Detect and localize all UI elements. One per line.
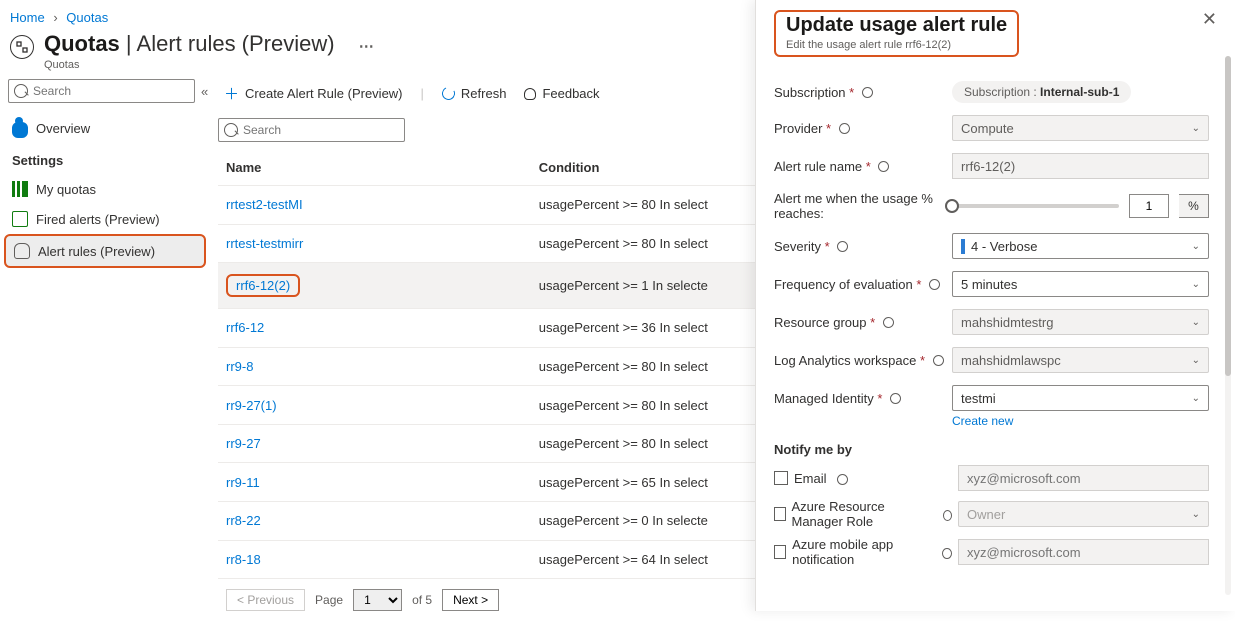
refresh-icon [440,85,457,102]
label-alert-me: Alert me when the usage % reaches: [774,191,952,221]
pager-of-label: of 5 [412,593,432,607]
mobile-input[interactable] [958,539,1209,565]
info-icon[interactable] [943,510,952,521]
feedback-button[interactable]: Feedback [524,86,599,101]
label-alert-rule-name: Alert rule name * [774,159,952,174]
panel-title-highlight: Update usage alert rule Edit the usage a… [774,10,1019,57]
info-icon[interactable] [837,474,848,485]
law-dropdown: mahshidmlawspc⌄ [952,347,1209,373]
rule-name-link[interactable]: rrf6-12(2) [236,278,290,293]
managed-identity-dropdown[interactable]: testmi⌄ [952,385,1209,411]
arm-role-checkbox[interactable] [774,507,786,521]
label-subscription: Subscription * [774,85,952,100]
label-arm-role: Azure Resource Manager Role [774,499,952,529]
page-title: Quotas | Alert rules (Preview) ⋯ [44,31,374,57]
create-new-link[interactable]: Create new [952,414,1013,428]
notify-heading: Notify me by [774,442,1209,457]
breadcrumb-sep: › [48,10,62,25]
sidebar-heading-settings: Settings [4,143,206,174]
person-icon [524,88,536,100]
pager-previous-button[interactable]: < Previous [226,589,305,611]
resource-group-dropdown: mahshidmtestrg⌄ [952,309,1209,335]
mobile-checkbox[interactable] [774,545,786,559]
email-input[interactable] [958,465,1209,491]
sidebar: « Overview Settings My quotas Fired aler… [0,79,210,621]
quotas-icon [10,35,34,59]
label-severity: Severity * [774,239,952,254]
breadcrumb-home[interactable]: Home [10,10,45,25]
sidebar-search-input[interactable] [8,79,195,103]
cloud-icon [12,122,28,138]
alert-rule-name-input[interactable] [952,153,1209,179]
collapse-sidebar-icon[interactable]: « [201,84,208,99]
sidebar-item-label: Overview [36,121,90,136]
sidebar-item-overview[interactable]: Overview [4,113,206,143]
close-icon[interactable]: ✕ [1202,10,1217,28]
provider-dropdown: Compute⌄ [952,115,1209,141]
plus-icon: ＋ [224,83,239,104]
main-search-input[interactable] [218,118,405,142]
sidebar-item-fired-alerts[interactable]: Fired alerts (Preview) [4,204,206,234]
rule-name-link[interactable]: rrtest-testmirr [226,236,303,251]
slider-thumb[interactable] [945,199,959,213]
label-managed-identity: Managed Identity * [774,391,952,406]
label-frequency: Frequency of evaluation * [774,277,952,292]
sidebar-item-label: Fired alerts (Preview) [36,212,160,227]
label-law: Log Analytics workspace * [774,353,952,368]
severity-dropdown[interactable]: 4 - Verbose⌄ [952,233,1209,259]
pager-page-select[interactable]: 1 [353,589,402,611]
sidebar-item-label: My quotas [36,182,96,197]
rule-name-link[interactable]: rrf6-12 [226,320,264,335]
info-icon[interactable] [837,241,848,252]
email-checkbox[interactable] [774,471,788,485]
info-icon[interactable] [878,161,889,172]
sidebar-item-label: Alert rules (Preview) [38,244,155,259]
info-icon[interactable] [883,317,894,328]
label-mobile: Azure mobile app notification [774,537,952,567]
scrollbar-thumb[interactable] [1225,56,1231,376]
bars-icon [12,181,28,197]
more-icon[interactable]: ⋯ [341,38,374,55]
breadcrumb-quotas[interactable]: Quotas [66,10,108,25]
rule-name-link[interactable]: rr9-8 [226,359,253,374]
info-icon[interactable] [933,355,944,366]
sidebar-item-my-quotas[interactable]: My quotas [4,174,206,204]
rule-name-link[interactable]: rr9-27(1) [226,398,277,413]
refresh-button[interactable]: Refresh [442,86,507,101]
panel-title: Update usage alert rule [786,14,1007,37]
panel-body: Subscription * Subscription : Internal-s… [756,65,1235,585]
update-alert-rule-panel: Update usage alert rule Edit the usage a… [755,0,1235,611]
rule-name-link[interactable]: rrtest2-testMI [226,197,303,212]
rule-name-link[interactable]: rr9-11 [226,475,260,490]
info-icon[interactable] [942,548,952,559]
arm-role-dropdown: Owner⌄ [958,501,1209,527]
info-icon[interactable] [862,87,873,98]
rule-name-link[interactable]: rr8-18 [226,552,261,567]
subscription-chip: Subscription : Internal-sub-1 [952,81,1131,103]
column-header-name[interactable]: Name [218,150,531,186]
info-icon[interactable] [890,393,901,404]
info-icon[interactable] [839,123,850,134]
info-icon[interactable] [929,279,940,290]
bell-icon [14,243,30,259]
label-provider: Provider * [774,121,952,136]
usage-slider[interactable] [952,204,1119,208]
pager-page-label: Page [315,593,343,607]
panel-subtitle: Edit the usage alert rule rrf6-12(2) [786,39,1007,51]
usage-percent-input[interactable] [1129,194,1169,218]
label-resource-group: Resource group * [774,315,952,330]
usage-unit: % [1179,194,1209,218]
create-alert-rule-button[interactable]: ＋ Create Alert Rule (Preview) [224,83,403,104]
rule-name-link[interactable]: rr9-27 [226,436,261,451]
frequency-dropdown[interactable]: 5 minutes⌄ [952,271,1209,297]
label-email: Email [774,471,952,486]
page-subtitle: Quotas [44,59,374,71]
pager-next-button[interactable]: Next > [442,589,499,611]
rule-name-link[interactable]: rr8-22 [226,513,261,528]
doc-icon [12,211,28,227]
sidebar-item-alert-rules[interactable]: Alert rules (Preview) [4,234,206,268]
